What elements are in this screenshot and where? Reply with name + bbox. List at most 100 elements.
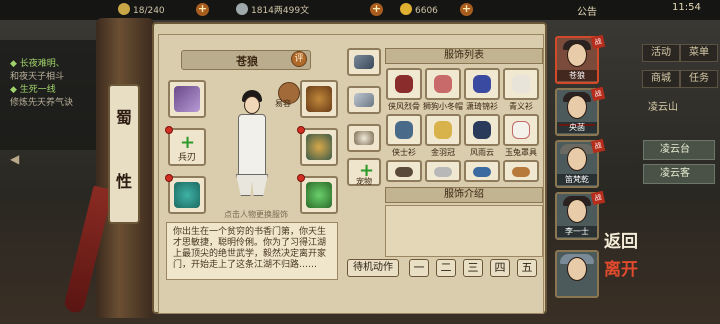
costume-name: 侠风烈骨 [388, 102, 420, 111]
silver-icon [236, 3, 248, 15]
task-button[interactable]: 任务 [680, 70, 718, 88]
character-background-text: 你出生在一个贫穷的书香门第，你天生才思敏捷，聪明伶俐。你为了习得江湖上最顶尖的绝… [166, 222, 338, 280]
equip-slot-accessory[interactable] [300, 176, 338, 214]
party-member-name: 央菡 [557, 122, 597, 133]
party-member-name: 李一士 [557, 226, 597, 237]
equip-slot-armor[interactable] [300, 128, 338, 166]
equip-slot-ornament[interactable] [168, 80, 206, 118]
robe-icon [473, 75, 491, 93]
gold-icon [400, 3, 412, 15]
portrait [567, 43, 587, 67]
costume-name: 狮狗小冬帽 [423, 102, 463, 111]
costume-item[interactable] [386, 160, 422, 182]
headwear-icon [354, 93, 374, 107]
back-button[interactable]: 返回 离开 [603, 228, 639, 298]
shop-button[interactable]: 商城 [642, 70, 680, 88]
menu-button[interactable]: 菜单 [680, 44, 718, 62]
idle-action-button[interactable]: 待机动作 [347, 259, 399, 277]
costume-item[interactable] [464, 68, 500, 100]
weapon-slot-label: 兵刃 [177, 153, 196, 163]
battle-seal-icon: 战 [590, 138, 606, 154]
change-outfit-hint: 点击人物更换服饰 [224, 210, 288, 219]
money-resource: 1814两499文 [236, 3, 309, 17]
portrait [567, 95, 587, 119]
faction-char-2: 性 [115, 172, 132, 191]
clock: 11:54 [672, 2, 701, 13]
quest-desc-2: 修炼先天养气诀 [10, 98, 74, 108]
costume-item[interactable] [503, 68, 539, 100]
location-lingyunke[interactable]: 凌云客 [643, 164, 715, 184]
notification-dot [165, 126, 173, 134]
location-label: 凌云山 [648, 102, 678, 113]
faction-char-1: 蜀 [115, 108, 132, 127]
costume-name: 玉兔罩具 [505, 148, 537, 157]
costume-item[interactable] [425, 114, 461, 146]
quest-title-1[interactable]: ◆ 长夜难明、 [10, 58, 110, 71]
costume-slot-necklace[interactable] [347, 124, 381, 152]
disguise-label: 易容 [275, 99, 291, 108]
portrait [567, 147, 587, 171]
action-button-1[interactable]: 一 [409, 259, 429, 277]
costume-list-header: 服饰列表 [385, 48, 543, 64]
belt-icon [306, 86, 332, 112]
battle-seal-icon: 战 [590, 190, 606, 206]
action-button-5[interactable]: 五 [517, 259, 537, 277]
costume-name: 侠士衫 [392, 148, 416, 157]
costume-name: 潇琦锦衫 [466, 102, 498, 111]
armor-icon [306, 134, 332, 160]
party-member-5[interactable] [555, 250, 599, 298]
collapse-arrow-icon[interactable]: ◀ [10, 152, 19, 166]
quest-desc-1: 和夜天子相斗 [10, 72, 65, 82]
fan-icon [174, 86, 200, 112]
action-button-4[interactable]: 四 [490, 259, 510, 277]
jade-icon [306, 182, 332, 208]
costume-name: 青义衫 [509, 102, 533, 111]
costume-item[interactable] [425, 68, 461, 100]
costume-name: 风雨云 [470, 148, 494, 157]
hat-icon [473, 121, 491, 139]
costume-slot-hair[interactable] [347, 48, 381, 76]
top-resource-bar: 18/240 + 1814两499文 + 6606 + 公告 11:54 [0, 0, 720, 20]
party-member-name: 笛梵乾 [557, 174, 597, 185]
costume-slot-hat[interactable] [347, 86, 381, 114]
stamina-add-button[interactable]: + [196, 3, 209, 16]
crown-icon [434, 121, 452, 139]
party-member-name: 苍狼 [557, 70, 597, 81]
portrait [567, 257, 587, 281]
quest-title-2[interactable]: ◆ 生死一线 [10, 84, 110, 97]
character-figure[interactable] [230, 90, 274, 200]
notice-button[interactable]: 公告 [577, 3, 597, 18]
rate-button[interactable]: 评 [291, 51, 307, 67]
costume-item[interactable] [503, 160, 539, 182]
action-button-2[interactable]: 二 [436, 259, 456, 277]
robe-icon [473, 167, 491, 177]
robe-icon [395, 75, 413, 93]
robe-icon [512, 75, 530, 93]
action-button-3[interactable]: 三 [463, 259, 483, 277]
costume-item[interactable] [503, 114, 539, 146]
costume-item[interactable] [464, 160, 500, 182]
battle-seal-icon: 战 [590, 86, 606, 102]
notification-dot [165, 174, 173, 182]
activity-button[interactable]: 活动 [642, 44, 680, 62]
equip-slot-belt[interactable] [300, 80, 338, 118]
beads-icon [354, 131, 374, 145]
costume-item[interactable] [464, 114, 500, 146]
stamina-resource: 18/240 [118, 3, 165, 17]
costume-item[interactable] [425, 160, 461, 182]
gold-add-button[interactable]: + [460, 3, 473, 16]
costume-item[interactable] [386, 114, 422, 146]
stamina-icon [118, 3, 130, 15]
money-add-button[interactable]: + [370, 3, 383, 16]
equip-slot-bracer[interactable] [168, 176, 206, 214]
belt-icon [395, 167, 413, 177]
robe-icon [395, 121, 413, 139]
location-lingyuntai[interactable]: 凌云台 [643, 140, 715, 160]
gold-resource: 6606 [400, 3, 438, 17]
notification-dot [297, 126, 305, 134]
cat-mask-icon [512, 167, 530, 177]
costume-intro-header: 服饰介绍 [385, 187, 543, 203]
hairpin-icon [354, 55, 374, 69]
costume-item[interactable] [386, 68, 422, 100]
equip-slot-weapon[interactable]: + 兵刃 [168, 128, 206, 166]
